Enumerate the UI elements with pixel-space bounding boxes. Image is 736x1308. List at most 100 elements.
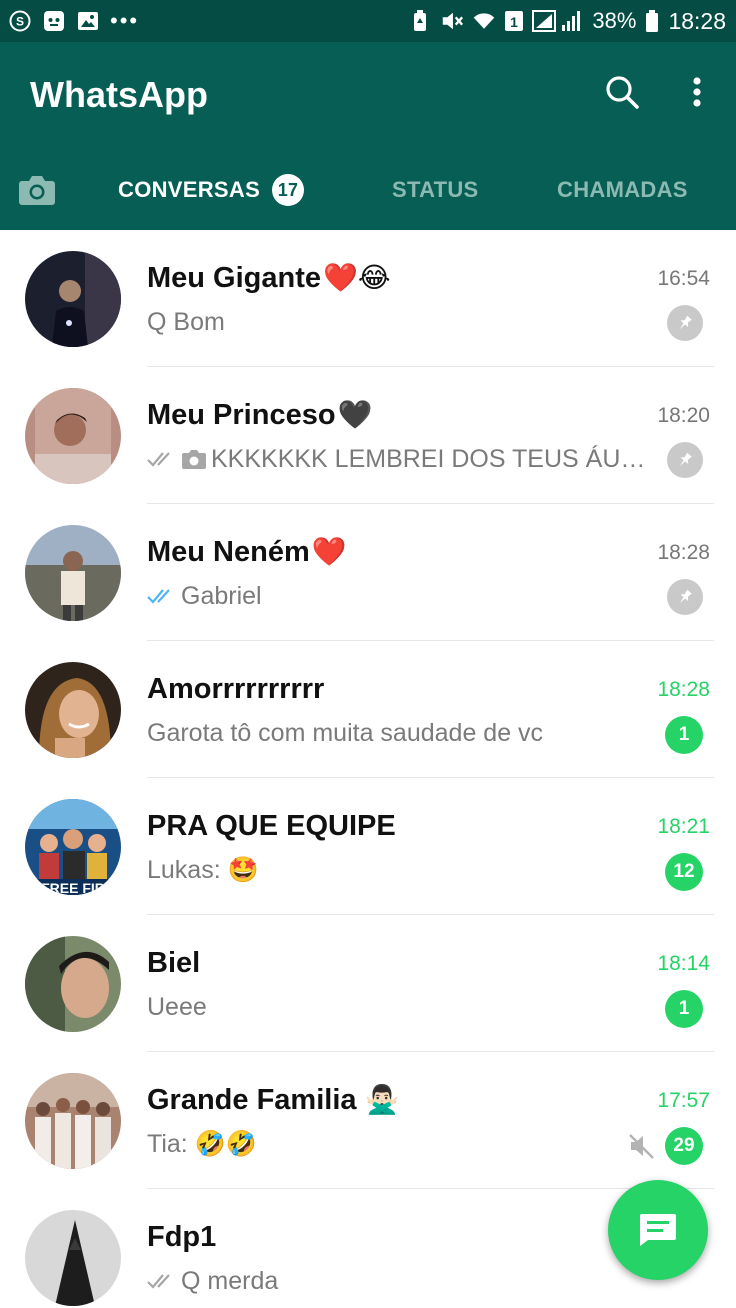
- mute-status-icon: [440, 9, 464, 33]
- chat-name: Grande Familia 🙅🏻‍♂️: [147, 1080, 399, 1120]
- tab-conversas[interactable]: CONVERSAS 17: [118, 164, 305, 216]
- chat-name: Fdp1: [147, 1217, 216, 1257]
- battery-icon: [644, 9, 660, 33]
- search-icon: [606, 76, 639, 109]
- chat-name-text: PRA QUE EQUIPE: [147, 810, 396, 842]
- avatar[interactable]: [25, 251, 121, 347]
- chat-preview: KKKKKKK LEMBREI DOS TEUS ÁUDIOS: [147, 443, 652, 475]
- tab-conversas-unread-badge: 17: [272, 174, 305, 206]
- chat-preview: Lukas: 🤩: [147, 854, 652, 886]
- chat-time: 18:20: [657, 404, 710, 427]
- status-bar-left: S •••: [8, 7, 139, 35]
- chat-name-emoji: ❤️😂: [323, 261, 391, 294]
- chat-name-text: Grande Familia: [147, 1084, 357, 1116]
- chat-time: 18:28: [657, 541, 710, 564]
- chat-name-text: Fdp1: [147, 1221, 217, 1253]
- chat-name-text: Biel: [147, 947, 201, 979]
- clock: 18:28: [668, 8, 726, 34]
- tab-bar: CONVERSAS 17 STATUS CHAMADAS: [0, 164, 736, 271]
- chat-name-emoji: 🙅🏻‍♂️: [364, 1083, 400, 1116]
- chat-name-text: Meu Neném: [147, 536, 310, 568]
- avatar[interactable]: [25, 525, 121, 621]
- sim-slot-icon: 1: [504, 9, 524, 33]
- tab-status[interactable]: STATUS: [392, 164, 479, 216]
- chat-preview: Ueee: [147, 991, 652, 1023]
- chat-preview-text: Ueee: [147, 993, 207, 1021]
- chat-time: 18:28: [657, 678, 710, 701]
- more-options-button[interactable]: [680, 72, 714, 112]
- pin-icon: [667, 305, 703, 341]
- double-check-blue-icon: [147, 587, 177, 605]
- new-chat-icon: [640, 1214, 676, 1246]
- unread-badge: 12: [665, 853, 703, 891]
- chat-preview-text: Tia: 🤣🤣: [147, 1130, 257, 1158]
- avatar[interactable]: [25, 662, 121, 758]
- bear-app-icon: [42, 9, 66, 33]
- new-chat-button[interactable]: [608, 1180, 708, 1280]
- gallery-icon: [76, 9, 100, 33]
- tab-conversas-label: CONVERSAS: [118, 177, 261, 202]
- chat-name: Meu Princeso 🖤: [147, 395, 372, 435]
- chat-name-emoji: ❤️: [311, 535, 347, 568]
- avatar[interactable]: [25, 1073, 121, 1169]
- tab-chamadas-label: CHAMADAS: [557, 177, 688, 202]
- pin-icon: [667, 579, 703, 615]
- double-check-grey-icon: [147, 450, 177, 468]
- more-notifications-icon: •••: [110, 8, 140, 33]
- chat-row[interactable]: Amorrrrrrrrrr 18:28 Garota tô com muita …: [0, 641, 736, 778]
- camera-media-icon: [181, 448, 207, 470]
- s-icon: S: [8, 9, 32, 33]
- sim-slot-number: 1: [510, 14, 518, 30]
- wifi-icon: [472, 9, 496, 33]
- tab-camera[interactable]: [14, 164, 60, 216]
- muted-icon: [628, 1132, 656, 1160]
- chat-name: Meu Neném ❤️: [147, 532, 347, 572]
- chat-preview: Gabriel: [147, 580, 652, 612]
- app-bar: WhatsApp CONVERSAS 17 STATUS CHAMADAS: [0, 42, 736, 271]
- battery-percent: 38%: [592, 8, 637, 33]
- chat-row[interactable]: FREE FIR PRA QUE EQUIPE 18:21 Lukas: 🤩 1…: [0, 778, 736, 915]
- chat-name-text: Meu Gigante: [147, 262, 322, 294]
- chat-name: Amorrrrrrrrrr: [147, 669, 324, 709]
- camera-icon: [19, 176, 55, 205]
- chat-preview: Garota tô com muita saudade de vc: [147, 717, 652, 749]
- status-bar: S ••• 1 38% 18:28: [0, 0, 736, 42]
- chat-time: 17:57: [657, 1089, 710, 1112]
- chat-time: 18:21: [657, 815, 710, 838]
- chat-name-text: Meu Princeso: [147, 399, 336, 431]
- chat-preview: Q Bom: [147, 306, 652, 338]
- more-vert-icon: [693, 77, 701, 107]
- unread-badge: 29: [665, 1127, 703, 1165]
- chat-name-emoji: 🖤: [337, 398, 373, 431]
- chat-preview-text: KKKKKKK LEMBREI DOS TEUS ÁUDIOS: [211, 445, 652, 473]
- chat-preview: Tia: 🤣🤣: [147, 1128, 652, 1160]
- chat-row[interactable]: Meu Gigante ❤️😂 16:54 Q Bom: [0, 230, 736, 367]
- chat-row[interactable]: Meu Neném ❤️ 18:28 Gabriel: [0, 504, 736, 641]
- signal-icon: [532, 9, 584, 33]
- status-bar-right: 1 38% 18:28: [408, 7, 726, 35]
- chat-name: Meu Gigante ❤️😂: [147, 258, 391, 298]
- svg-text:S: S: [16, 15, 24, 29]
- tab-chamadas[interactable]: CHAMADAS: [557, 164, 688, 216]
- tab-status-label: STATUS: [392, 177, 479, 202]
- double-check-grey-icon: [147, 1272, 177, 1290]
- avatar[interactable]: FREE FIR: [25, 799, 121, 895]
- chat-preview-text: Gabriel: [181, 582, 262, 610]
- chat-preview: Q merda: [147, 1265, 652, 1297]
- chat-row[interactable]: Grande Familia 🙅🏻‍♂️ 17:57 Tia: 🤣🤣 29: [0, 1052, 736, 1189]
- app-title: WhatsApp: [30, 74, 208, 115]
- chat-row[interactable]: Meu Princeso 🖤 18:20 KKKKKKK LEMBREI DOS…: [0, 367, 736, 504]
- avatar[interactable]: [25, 936, 121, 1032]
- chat-time: 16:54: [657, 267, 710, 290]
- chat-preview-text: Lukas: 🤩: [147, 856, 259, 884]
- svg-text:FREE FIR: FREE FIR: [41, 880, 105, 895]
- chat-name-text: Amorrrrrrrrrr: [147, 673, 325, 705]
- chat-name: Biel: [147, 943, 200, 983]
- chat-preview-text: Q merda: [181, 1267, 279, 1295]
- avatar[interactable]: [25, 1210, 121, 1306]
- chat-preview-text: Q Bom: [147, 308, 225, 336]
- search-button[interactable]: [602, 72, 642, 112]
- chat-name: PRA QUE EQUIPE: [147, 806, 396, 846]
- avatar[interactable]: [25, 388, 121, 484]
- chat-row[interactable]: Biel 18:14 Ueee 1: [0, 915, 736, 1052]
